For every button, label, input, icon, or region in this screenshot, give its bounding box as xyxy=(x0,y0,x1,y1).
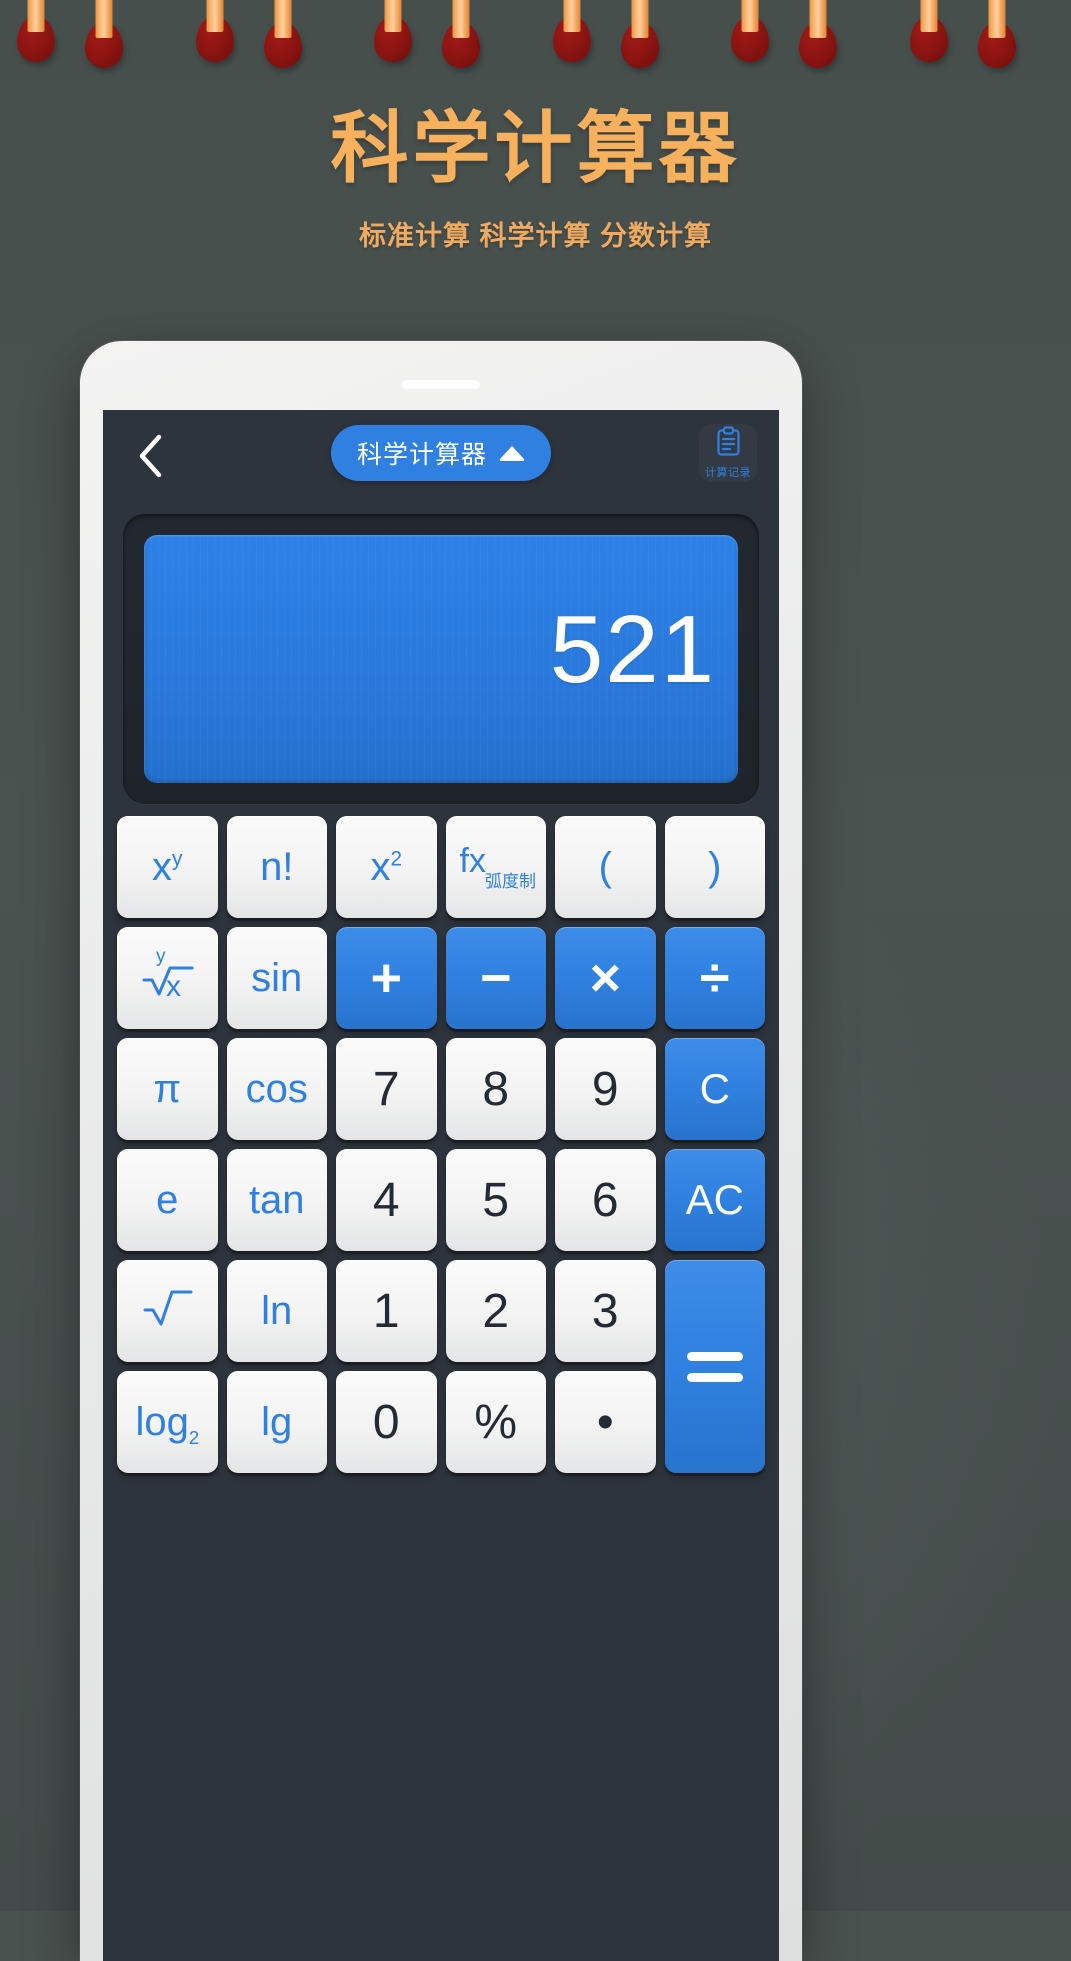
key-multiply[interactable]: × xyxy=(555,927,656,1029)
key-paren-close[interactable]: ) xyxy=(664,816,765,918)
key-label: 9 xyxy=(591,1062,619,1116)
display-bezel: 521 xyxy=(123,514,759,804)
key-log-base-2[interactable]: log2 xyxy=(117,1371,218,1473)
key-label: ln xyxy=(261,1288,293,1333)
key-label: % xyxy=(474,1395,518,1449)
key-label: π xyxy=(153,1066,182,1111)
key-label: − xyxy=(479,948,512,1008)
key-label: 6 xyxy=(591,1173,619,1227)
svg-text:y: y xyxy=(156,946,166,967)
triangle-up-icon xyxy=(499,439,525,468)
key-all-clear[interactable]: AC xyxy=(664,1149,765,1251)
key-tan[interactable]: tan xyxy=(226,1149,327,1251)
key-label: 8 xyxy=(482,1062,510,1116)
key-label: ÷ xyxy=(699,948,730,1008)
key-x-power-y[interactable]: xy xyxy=(117,816,218,918)
promo-heading: 科学计算器 标准计算 科学计算 分数计算 xyxy=(0,110,1071,253)
key-label: tan xyxy=(248,1177,305,1222)
key-y-root-x[interactable]: yx xyxy=(117,927,218,1029)
calculator-keypad: xy n! x2 fx 弧度制() y x sin + − × ÷ π cos 7 8 9 Ce tan 4 5 6 AC l… xyxy=(117,816,765,1473)
history-label: 计算记录 xyxy=(705,467,751,479)
key-label: 5 xyxy=(482,1173,510,1227)
history-button[interactable]: 计算记录 xyxy=(699,424,757,482)
key-paren-open[interactable]: ( xyxy=(555,816,656,918)
key-label: ) xyxy=(708,844,722,889)
key-label xyxy=(139,1284,195,1338)
key-log-base-10[interactable]: lg xyxy=(226,1371,327,1473)
key-factorial[interactable]: n! xyxy=(226,816,327,918)
key-digit-7[interactable]: 7 xyxy=(336,1038,437,1140)
key-label: yx xyxy=(136,944,198,1012)
key-minus[interactable]: − xyxy=(445,927,546,1029)
key-natural-log[interactable]: ln xyxy=(226,1260,327,1362)
key-square-root[interactable] xyxy=(117,1260,218,1362)
key-divide[interactable]: ÷ xyxy=(664,927,765,1029)
key-digit-0[interactable]: 0 xyxy=(336,1371,437,1473)
key-digit-2[interactable]: 2 xyxy=(445,1260,546,1362)
key-label: n! xyxy=(260,844,294,889)
key-digit-8[interactable]: 8 xyxy=(445,1038,546,1140)
clipboard-icon xyxy=(715,426,742,462)
key-label: 4 xyxy=(372,1173,400,1227)
key-euler-e[interactable]: e xyxy=(117,1149,218,1251)
key-label: 7 xyxy=(372,1062,400,1116)
key-label: xy xyxy=(152,844,183,889)
calculator-display[interactable]: 521 xyxy=(144,535,738,783)
page-title: 科学计算器 xyxy=(330,103,741,194)
key-label: e xyxy=(156,1177,179,1222)
chevron-left-icon xyxy=(137,434,163,478)
key-label: lg xyxy=(261,1399,293,1444)
key-label: fx xyxy=(459,842,486,880)
key-plus[interactable]: + xyxy=(336,927,437,1029)
key-label: • xyxy=(596,1395,614,1449)
key-label: C xyxy=(699,1065,730,1112)
key-label: 3 xyxy=(591,1284,619,1338)
key-digit-4[interactable]: 4 xyxy=(336,1149,437,1251)
key-clear-entry[interactable]: C xyxy=(664,1038,765,1140)
key-digit-3[interactable]: 3 xyxy=(555,1260,656,1362)
key-label: cos xyxy=(245,1066,308,1111)
display-value: 521 xyxy=(549,596,716,703)
key-digit-9[interactable]: 9 xyxy=(555,1038,656,1140)
key-label xyxy=(686,1351,743,1382)
key-sin[interactable]: sin xyxy=(226,927,327,1029)
key-label: + xyxy=(370,948,403,1008)
svg-text:x: x xyxy=(166,970,181,1002)
matchstick-decoration xyxy=(0,0,1071,80)
phone-screen: 科学计算器 计算记录 521 xy n! x2 fx 弧度制 () y x s… xyxy=(103,410,779,1961)
key-equals[interactable] xyxy=(664,1260,765,1473)
key-label: 0 xyxy=(372,1395,400,1449)
phone-mockup: 科学计算器 计算记录 521 xy n! x2 fx 弧度制 () y x s… xyxy=(80,341,802,1961)
key-digit-6[interactable]: 6 xyxy=(555,1149,656,1251)
key-sublabel: 弧度制 xyxy=(485,872,536,891)
key-decimal-point[interactable]: • xyxy=(555,1371,656,1473)
back-button[interactable] xyxy=(130,434,170,478)
key-label: x2 xyxy=(370,844,403,889)
key-label: ( xyxy=(598,844,612,889)
page-subtitle: 标准计算 科学计算 分数计算 xyxy=(358,221,712,251)
phone-speaker xyxy=(402,380,480,389)
key-cos[interactable]: cos xyxy=(226,1038,327,1140)
key-label: sin xyxy=(251,955,303,1000)
key-pi[interactable]: π xyxy=(117,1038,218,1140)
key-label: log2 xyxy=(135,1399,200,1448)
key-percent[interactable]: % xyxy=(445,1371,546,1473)
key-label: AC xyxy=(685,1176,744,1223)
mode-label: 科学计算器 xyxy=(356,441,488,469)
mode-selector-button[interactable]: 科学计算器 xyxy=(330,425,552,481)
key-digit-5[interactable]: 5 xyxy=(445,1149,546,1251)
key-label: 2 xyxy=(482,1284,510,1338)
key-label: × xyxy=(589,948,622,1008)
key-fx-radian[interactable]: fx 弧度制 xyxy=(445,816,546,918)
key-digit-1[interactable]: 1 xyxy=(336,1260,437,1362)
key-label: 1 xyxy=(372,1284,400,1338)
app-header: 科学计算器 计算记录 xyxy=(103,410,779,498)
key-x-squared[interactable]: x2 xyxy=(336,816,437,918)
